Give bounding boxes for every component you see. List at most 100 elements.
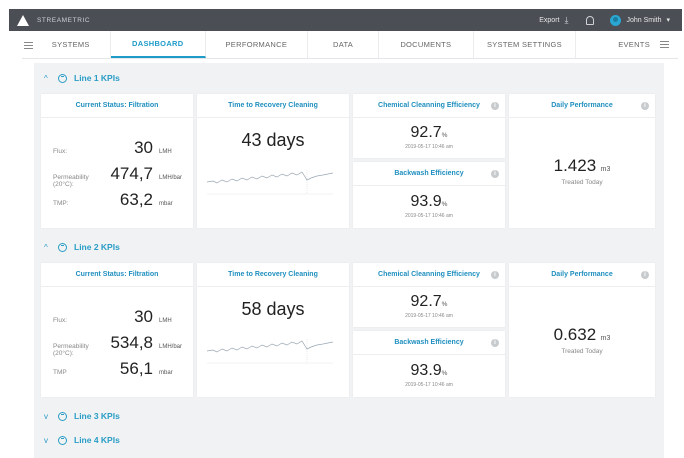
tmp-label: TMP <box>53 369 67 376</box>
section-title: Line 1 KPIs <box>74 73 120 83</box>
card-title: Current Status: Filtration <box>41 94 193 118</box>
timestamp: 2019-05-17 10:46 am <box>405 313 453 319</box>
recovery-card: Time to Recovery Cleaning 58 days <box>197 263 349 397</box>
timestamp: 2019-05-17 10:46 am <box>405 213 453 219</box>
card-title: Chemical Cleanning Efficiency i <box>353 94 505 118</box>
status-card: Current Status: Filtration Flux: 30 LMH … <box>41 263 193 397</box>
permeability-row: Permeability (20°C): 474,7 LMH/bar <box>53 164 183 188</box>
menu-icon[interactable] <box>24 31 38 59</box>
info-icon[interactable]: i <box>491 170 499 178</box>
card-title-text: Chemical Cleanning Efficiency <box>378 271 480 278</box>
chemical-efficiency-value: 92.7 <box>410 124 442 141</box>
chemical-cleaning-card: Chemical Cleanning Efficiency i 92.7% 20… <box>353 263 505 327</box>
gauge-icon <box>58 411 67 421</box>
permeability-value: 474,7 <box>110 164 153 183</box>
line-1-header[interactable]: ^ Line 1 KPIs <box>44 71 120 85</box>
timestamp: 2019-05-17 10:46 am <box>405 144 453 150</box>
backwash-efficiency-value: 93.9 <box>410 362 442 379</box>
tab-events[interactable]: EVENTS <box>576 31 678 58</box>
tab-system-settings[interactable]: SYSTEM SETTINGS <box>474 31 577 58</box>
chevron-up-icon: ^ <box>44 73 48 83</box>
recovery-value: 58 days <box>241 299 305 319</box>
info-icon[interactable]: i <box>491 271 499 279</box>
daily-subtitle: Treated Today <box>561 348 603 355</box>
tab-performance[interactable]: PERFORMANCE <box>206 31 309 58</box>
flux-value: 30 <box>134 138 153 157</box>
menu-icon-right[interactable] <box>660 31 674 59</box>
card-title: Time to Recovery Cleaning <box>197 94 349 118</box>
flux-unit: LMH <box>159 149 172 155</box>
card-title-text: Backwash Efficiency <box>394 170 464 177</box>
permeability-row: Permeability (20°C): 534,8 LMH/bar <box>53 333 183 357</box>
main-nav: SYSTEMS DASHBOARD PERFORMANCE DATA DOCUM… <box>22 31 678 59</box>
avatar <box>610 14 622 26</box>
top-bar: STREAMETRIC Export ⤓ John Smith ▾ <box>9 9 682 31</box>
chevron-down-icon: ▾ <box>666 17 670 24</box>
backwash-efficiency-value: 93.9 <box>410 193 442 210</box>
bell-icon[interactable] <box>586 15 595 25</box>
logo-icon <box>17 14 29 26</box>
export-button[interactable]: Export ⤓ <box>539 15 568 26</box>
section-title: Line 3 KPIs <box>74 411 120 421</box>
chevron-down-icon: v <box>44 411 48 421</box>
info-icon[interactable]: i <box>641 271 649 279</box>
flux-unit: LMH <box>159 318 172 324</box>
tab-data[interactable]: DATA <box>308 31 380 58</box>
download-icon: ⤓ <box>564 14 569 25</box>
daily-value: 1.423 <box>553 156 597 175</box>
chemical-efficiency: 92.7% 2019-05-17 10:46 am <box>353 124 505 150</box>
tmp-value: 56,1 <box>119 359 153 378</box>
backwash-efficiency-unit: % <box>441 201 448 208</box>
daily-value: 0.632 <box>553 325 597 344</box>
line-4-header[interactable]: v Line 4 KPIs <box>44 433 120 447</box>
timestamp: 2019-05-17 10:46 am <box>405 382 453 388</box>
status-card: Current Status: Filtration Flux: 30 LMH … <box>41 94 193 228</box>
backwash-card: Backwash Efficiency i 93.9% 2019-05-17 1… <box>353 331 505 397</box>
logo[interactable]: STREAMETRIC <box>17 14 91 26</box>
daily-performance-card: Daily Performance i 0.632 m3 Treated Tod… <box>509 263 655 397</box>
gauge-icon <box>58 435 67 445</box>
section-title: Line 2 KPIs <box>74 242 120 252</box>
tmp-row: TMP: 63,2 mbar <box>53 190 183 210</box>
brand-name: STREAMETRIC <box>37 16 91 24</box>
flux-row: Flux: 30 LMH <box>53 138 183 158</box>
info-icon[interactable]: i <box>491 339 499 347</box>
gauge-icon <box>58 73 67 83</box>
tmp-row: TMP 56,1 mbar <box>53 359 183 379</box>
chemical-efficiency-unit: % <box>441 301 448 308</box>
info-icon[interactable]: i <box>641 102 649 110</box>
daily-performance: 0.632 m3 Treated Today <box>509 325 655 355</box>
permeability-label: Permeability (20°C): <box>53 343 89 357</box>
tab-events-label: EVENTS <box>618 40 650 49</box>
daily-unit: m3 <box>600 166 611 173</box>
gauge-icon <box>58 242 67 252</box>
card-title: Chemical Cleanning Efficiency i <box>353 263 505 287</box>
info-icon[interactable]: i <box>491 102 499 110</box>
recovery-sparkline <box>207 170 333 195</box>
daily-subtitle: Treated Today <box>561 179 603 186</box>
chevron-up-icon: ^ <box>44 242 48 252</box>
backwash-card: Backwash Efficiency i 93.9% 2019-05-17 1… <box>353 162 505 228</box>
card-title-text: Daily Performance <box>551 102 613 109</box>
flux-row: Flux: 30 LMH <box>53 307 183 327</box>
card-title: Daily Performance i <box>509 263 655 287</box>
tab-dashboard[interactable]: DASHBOARD <box>110 31 206 58</box>
tmp-value: 63,2 <box>119 190 153 209</box>
permeability-unit: LMH/bar <box>159 175 183 181</box>
tab-systems[interactable]: SYSTEMS <box>42 31 111 58</box>
recovery-value: 43 days <box>241 130 305 150</box>
user-menu[interactable]: John Smith ▾ <box>610 14 670 26</box>
chemical-efficiency-value: 92.7 <box>410 293 442 310</box>
chemical-cleaning-card: Chemical Cleanning Efficiency i 92.7% 20… <box>353 94 505 158</box>
chemical-efficiency: 92.7% 2019-05-17 10:46 am <box>353 293 505 319</box>
chemical-efficiency-unit: % <box>441 132 448 139</box>
tab-documents[interactable]: DOCUMENTS <box>379 31 474 58</box>
flux-label: Flux: <box>53 148 68 155</box>
line-3-header[interactable]: v Line 3 KPIs <box>44 409 120 423</box>
tmp-unit: mbar <box>159 201 173 207</box>
flux-label: Flux: <box>53 317 68 324</box>
line-2-header[interactable]: ^ Line 2 KPIs <box>44 240 120 254</box>
chevron-down-icon: v <box>44 435 48 445</box>
card-title: Backwash Efficiency i <box>353 162 505 186</box>
card-title-text: Daily Performance <box>551 271 613 278</box>
